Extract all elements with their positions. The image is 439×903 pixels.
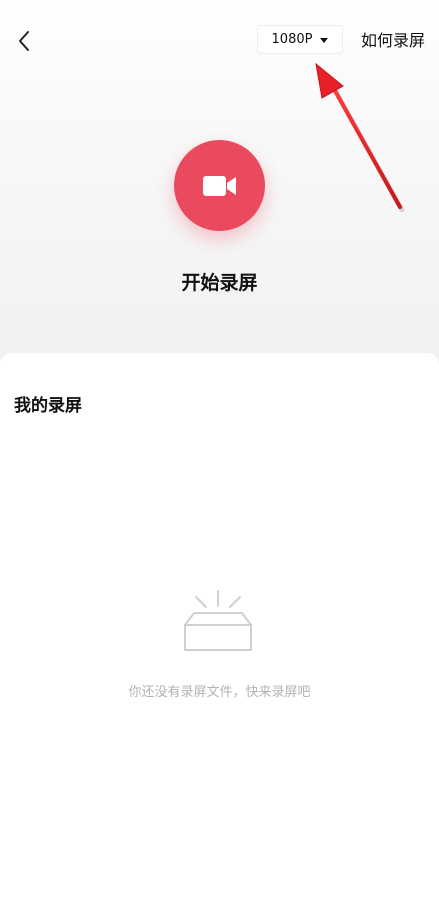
my-recordings-title: 我的录屏 <box>14 396 82 416</box>
start-recording-label: 开始录屏 <box>181 272 258 294</box>
chevron-left-icon <box>19 31 29 51</box>
top-area: 1080P 如何录屏 开始录屏 <box>0 0 439 370</box>
video-camera-icon <box>202 175 236 196</box>
start-recording-button[interactable] <box>174 140 265 231</box>
resolution-value: 1080P <box>271 32 313 47</box>
my-recordings-panel: 我的录屏 你还没有录屏文件，快来录屏吧 <box>0 353 439 903</box>
empty-state-message: 你还没有录屏文件，快来录屏吧 <box>128 685 311 700</box>
resolution-dropdown[interactable]: 1080P <box>257 25 343 54</box>
caret-down-icon <box>320 37 329 43</box>
how-to-record-link[interactable]: 如何录屏 <box>352 28 434 54</box>
empty-box-icon <box>184 590 252 651</box>
back-button[interactable] <box>8 24 40 58</box>
